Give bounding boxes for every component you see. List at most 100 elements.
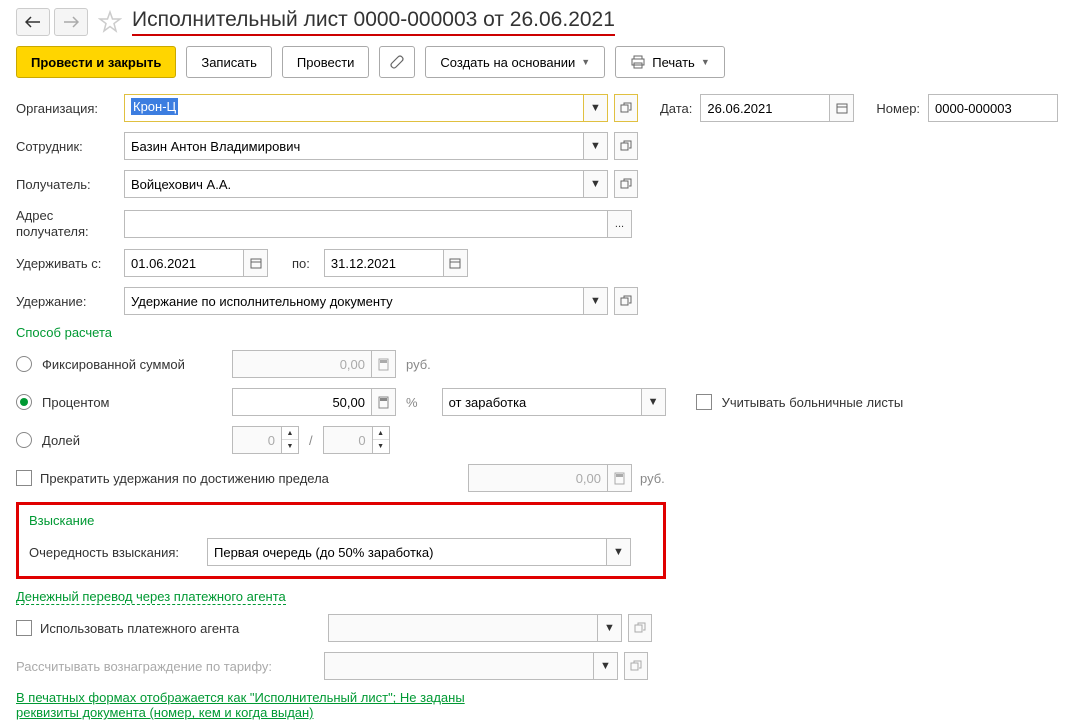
spinner: ▲ ▼ bbox=[373, 426, 390, 454]
recipient-label: Получатель: bbox=[16, 177, 116, 192]
calculator-icon bbox=[372, 388, 396, 416]
priority-label: Очередность взыскания: bbox=[29, 545, 199, 560]
stop-limit-checkbox[interactable] bbox=[16, 470, 32, 486]
calc-section-title: Способ расчета bbox=[16, 325, 1075, 340]
nav-back-button[interactable] bbox=[16, 8, 50, 36]
calculator-icon bbox=[608, 464, 632, 492]
open-button[interactable] bbox=[614, 287, 638, 315]
spinner-up: ▲ bbox=[373, 427, 389, 440]
create-based-label: Создать на основании bbox=[440, 55, 575, 70]
dropdown-button[interactable]: ▼ bbox=[607, 538, 631, 566]
open-icon bbox=[620, 102, 632, 114]
dropdown-button: ▼ bbox=[598, 614, 622, 642]
fraction-den-input bbox=[323, 426, 373, 454]
open-icon bbox=[630, 660, 642, 672]
post-button[interactable]: Провести bbox=[282, 46, 370, 78]
fee-input bbox=[324, 652, 594, 680]
open-button bbox=[628, 614, 652, 642]
open-button[interactable] bbox=[614, 170, 638, 198]
calendar-button[interactable] bbox=[244, 249, 268, 277]
open-icon bbox=[620, 295, 632, 307]
dropdown-button[interactable]: ▼ bbox=[584, 132, 608, 160]
collection-section-title: Взыскание bbox=[29, 513, 653, 528]
deduction-label: Удержание: bbox=[16, 294, 116, 309]
fraction-sep: / bbox=[309, 433, 313, 448]
open-button[interactable] bbox=[614, 94, 638, 122]
print-label: Печать bbox=[652, 55, 695, 70]
sick-leave-label: Учитывать больничные листы bbox=[722, 395, 904, 410]
number-label: Номер: bbox=[876, 101, 920, 116]
agent-input bbox=[328, 614, 598, 642]
paperclip-icon bbox=[389, 54, 405, 70]
radio-fixed[interactable] bbox=[16, 356, 32, 372]
arrow-left-icon bbox=[25, 16, 41, 28]
calendar-button[interactable] bbox=[444, 249, 468, 277]
dropdown-button[interactable]: ▼ bbox=[584, 287, 608, 315]
organization-label: Организация: bbox=[16, 101, 116, 116]
percent-value-input[interactable] bbox=[232, 388, 372, 416]
transfer-section-title: Денежный перевод через платежного агента bbox=[16, 589, 1075, 604]
deduction-input[interactable] bbox=[124, 287, 584, 315]
radio-percent[interactable] bbox=[16, 394, 32, 410]
withhold-from-input[interactable] bbox=[124, 249, 244, 277]
favorite-star-icon[interactable] bbox=[98, 10, 122, 34]
transfer-section-link[interactable]: Денежный перевод через платежного агента bbox=[16, 589, 286, 605]
use-agent-checkbox[interactable] bbox=[16, 620, 32, 636]
use-agent-label: Использовать платежного агента bbox=[40, 621, 240, 636]
spinner-down: ▼ bbox=[282, 440, 298, 453]
ellipsis-button[interactable]: ... bbox=[608, 210, 632, 238]
number-input[interactable] bbox=[928, 94, 1058, 122]
radio-fraction[interactable] bbox=[16, 432, 32, 448]
calculator-icon bbox=[372, 350, 396, 378]
chevron-down-icon: ▼ bbox=[581, 57, 590, 67]
fixed-unit: руб. bbox=[406, 357, 431, 372]
post-and-close-button[interactable]: Провести и закрыть bbox=[16, 46, 176, 78]
radio-fraction-label: Долей bbox=[42, 433, 222, 448]
attachments-button[interactable] bbox=[379, 46, 415, 78]
chevron-down-icon: ▼ bbox=[701, 57, 710, 67]
sick-leave-checkbox[interactable] bbox=[696, 394, 712, 410]
recipient-input[interactable] bbox=[124, 170, 584, 198]
save-button[interactable]: Записать bbox=[186, 46, 272, 78]
print-button[interactable]: Печать ▼ bbox=[615, 46, 725, 78]
recipient-addr-input[interactable] bbox=[124, 210, 608, 238]
recipient-addr-label: Адрес получателя: bbox=[16, 208, 116, 239]
open-button bbox=[624, 652, 648, 680]
fixed-amount-input bbox=[232, 350, 372, 378]
calendar-icon bbox=[250, 257, 262, 269]
organization-input[interactable]: Крон-Ц bbox=[124, 94, 584, 122]
dropdown-button[interactable]: ▼ bbox=[642, 388, 666, 416]
priority-input[interactable] bbox=[207, 538, 607, 566]
open-icon bbox=[620, 140, 632, 152]
withhold-to-input[interactable] bbox=[324, 249, 444, 277]
calendar-button[interactable] bbox=[830, 94, 854, 122]
spinner: ▲ ▼ bbox=[282, 426, 299, 454]
date-input[interactable] bbox=[700, 94, 830, 122]
limit-unit: руб. bbox=[640, 471, 665, 486]
calendar-icon bbox=[836, 102, 848, 114]
page-title: Исполнительный лист 0000-000003 от 26.06… bbox=[132, 8, 615, 36]
open-button[interactable] bbox=[614, 132, 638, 160]
open-icon bbox=[634, 622, 646, 634]
employee-label: Сотрудник: bbox=[16, 139, 116, 154]
employee-input[interactable] bbox=[124, 132, 584, 160]
spinner-down: ▼ bbox=[373, 440, 389, 453]
open-icon bbox=[620, 178, 632, 190]
fee-label: Рассчитывать вознаграждение по тарифу: bbox=[16, 659, 316, 674]
stop-limit-label: Прекратить удержания по достижению преде… bbox=[40, 471, 340, 486]
arrow-right-icon bbox=[63, 16, 79, 28]
print-form-info-link[interactable]: В печатных формах отображается как "Испо… bbox=[16, 690, 465, 720]
withhold-from-label: Удерживать с: bbox=[16, 256, 116, 271]
dropdown-button[interactable]: ▼ bbox=[584, 94, 608, 122]
nav-forward-button[interactable] bbox=[54, 8, 88, 36]
spinner-up: ▲ bbox=[282, 427, 298, 440]
organization-value: Крон-Ц bbox=[131, 98, 178, 115]
dropdown-button: ▼ bbox=[594, 652, 618, 680]
date-label: Дата: bbox=[660, 101, 692, 116]
dropdown-button[interactable]: ▼ bbox=[584, 170, 608, 198]
collection-highlight-box: Взыскание Очередность взыскания: ▼ bbox=[16, 502, 666, 579]
withhold-to-label: по: bbox=[292, 256, 310, 271]
create-based-on-button[interactable]: Создать на основании ▼ bbox=[425, 46, 605, 78]
percent-base-input[interactable] bbox=[442, 388, 642, 416]
calendar-icon bbox=[449, 257, 461, 269]
